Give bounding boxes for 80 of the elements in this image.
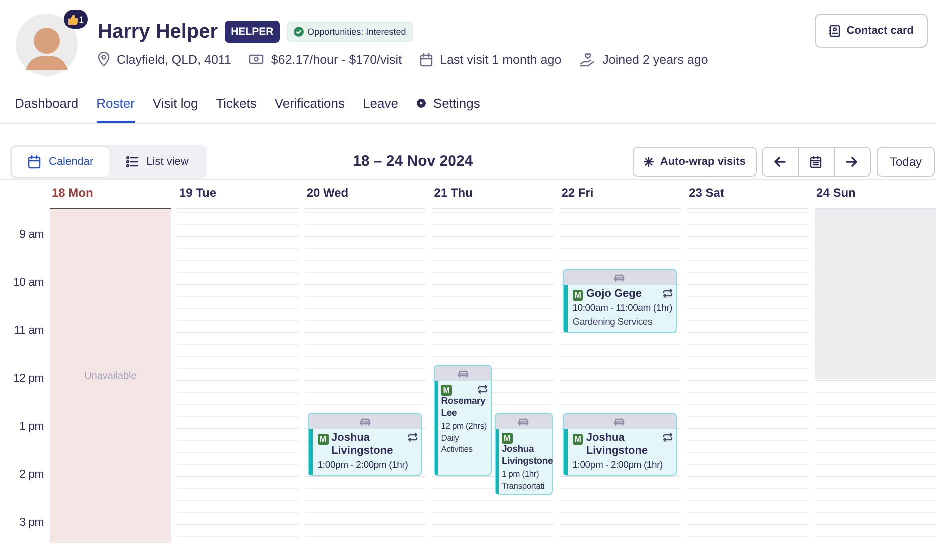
nav-tab[interactable]: Dashboard	[15, 86, 79, 123]
car-icon	[360, 418, 371, 426]
view-tab[interactable]: Calendar	[12, 146, 110, 176]
visit-service: Daily Activities	[441, 433, 474, 455]
car-icon	[458, 370, 469, 378]
nav-tab[interactable]: Tickets	[216, 86, 257, 123]
location-pin-icon	[98, 52, 110, 67]
meta-text: Last visit 1 month ago	[440, 52, 562, 66]
check-circle-icon	[294, 27, 304, 37]
hour-label: 3 pm	[18, 517, 45, 531]
visit-service: Gardening Services	[572, 316, 654, 329]
auto-wrap-button[interactable]: Auto-wrap visits	[633, 146, 757, 176]
visit-type-badge: M	[441, 385, 452, 396]
hand-heart-icon	[580, 52, 596, 66]
meta-text: Joined 2 years ago	[602, 52, 708, 66]
nav-tab[interactable]: Roster	[96, 86, 135, 123]
day-header: 20 Wed	[304, 180, 426, 209]
nav-tab[interactable]: Settings	[416, 86, 480, 123]
hour-label: 2 pm	[18, 469, 45, 483]
visit-client-name: Gojo Gege	[586, 288, 643, 301]
meta-text: $62.17/hour - $170/visit	[271, 52, 402, 66]
contact-card-icon	[828, 25, 840, 37]
previous-button[interactable]	[762, 146, 799, 176]
avatar-silhouette	[16, 14, 78, 76]
calendar-icon	[28, 154, 41, 168]
visit-time: 10:00am - 11:00am (1hr)	[572, 302, 674, 315]
visit-card[interactable]: M Joshua Livingstone 1:00pm - 2:00pm (1hr)	[562, 413, 678, 476]
likes-badge: 1	[64, 10, 88, 29]
date-range: 18 – 24 Nov 2024	[352, 153, 474, 170]
hour-label: 11 am	[13, 325, 45, 339]
day-header: 23 Sat	[687, 180, 809, 209]
status-chip: Opportunities: Interested	[286, 22, 414, 42]
visit-card[interactable]: M Gojo Gege 10:00am - 11:00am (1hr) Gardening Services	[562, 269, 678, 333]
next-button[interactable]	[834, 146, 871, 176]
visit-type-badge: M	[502, 433, 513, 444]
car-icon	[614, 274, 626, 282]
car-icon	[614, 418, 626, 426]
gear-icon	[416, 98, 428, 109]
nav-tab[interactable]: Verifications	[274, 86, 345, 123]
calendar-picker-button[interactable]	[798, 146, 835, 176]
visit-card[interactable]: M Rosemary Lee 12 pm (2hrs) Daily Activities	[434, 365, 492, 476]
visit-type-badge: M	[318, 434, 329, 445]
today-button[interactable]: Today	[876, 146, 935, 176]
day-header: 22 Fri	[560, 180, 682, 209]
contact-card-button[interactable]: Contact card	[814, 14, 928, 48]
arrow-left-icon	[774, 156, 786, 166]
visit-time: 1 pm (1hr)	[502, 469, 540, 480]
meta-text: Clayfield, QLD, 4011	[117, 52, 232, 66]
visit-client-name: Joshua Livingstone	[332, 432, 394, 458]
car-icon	[518, 418, 530, 426]
visit-time: 1:00pm - 2:00pm (1hr)	[572, 459, 664, 472]
visit-client-name: Joshua Livingstone	[586, 432, 650, 458]
calendar-icon	[420, 52, 434, 66]
day-header: 19 Tue	[177, 180, 299, 209]
visit-time: 1:00pm - 2:00pm (1hr)	[318, 459, 410, 472]
visit-type-badge: M	[572, 290, 584, 301]
visit-card[interactable]: M Joshua Livingstone 1 pm (1hr) Transportati	[494, 413, 553, 495]
calendar-icon	[810, 156, 822, 168]
sparkle-icon	[644, 156, 654, 166]
role-badge: HELPER	[225, 21, 280, 43]
hour-label: 10 am	[12, 277, 45, 291]
hour-label: 12 pm	[12, 373, 45, 387]
nav-tab[interactable]: Leave	[363, 86, 398, 123]
visit-service: Transportati	[502, 481, 546, 492]
visit-time: 12 pm (2hrs)	[441, 421, 488, 432]
unavailable-label: Unavailable	[84, 370, 137, 382]
list-icon	[126, 156, 139, 168]
visit-card[interactable]: M Joshua Livingstone 1:00pm - 2:00pm (1hr)	[308, 413, 422, 476]
hour-label: 1 pm	[18, 421, 45, 435]
visit-client-name: Rosemary Lee	[441, 396, 487, 420]
arrow-right-icon	[846, 156, 858, 166]
view-tab[interactable]: List view	[110, 146, 205, 176]
visit-type-badge: M	[572, 434, 584, 445]
profile-name: Harry Helper	[98, 20, 218, 44]
banknote-icon	[249, 54, 264, 65]
visit-client-name: Joshua Livingstone	[502, 444, 551, 468]
thumbs-up-icon	[68, 14, 78, 24]
day-header: 21 Thu	[432, 180, 554, 209]
hour-label: 9 am	[18, 229, 45, 243]
nav-tab[interactable]: Visit log	[152, 86, 198, 123]
